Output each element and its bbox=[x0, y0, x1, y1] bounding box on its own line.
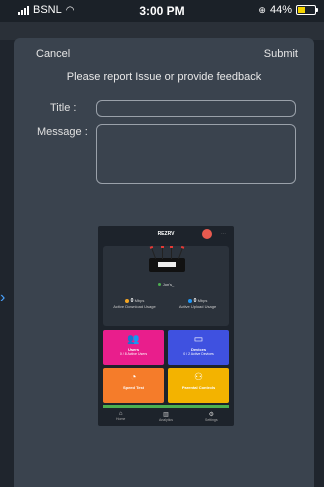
nav-settings: ⚙ Settings bbox=[189, 409, 234, 426]
router-card: Jon's_ 0 Mbps Active Download Usage 0 Mb… bbox=[103, 246, 229, 326]
alarm-icon: ⊕ bbox=[258, 4, 266, 15]
status-right: ⊕ 44% bbox=[258, 4, 318, 16]
gear-icon: ⚙ bbox=[208, 412, 215, 418]
parental-icon: ⚇ bbox=[194, 372, 203, 383]
users-tile: 👥 Users 0 / 8 Active Users bbox=[103, 330, 164, 365]
more-icon: ⋯ bbox=[221, 231, 226, 237]
download-stat: 0 Mbps Active Download Usage bbox=[113, 298, 156, 309]
analytics-icon: ▥ bbox=[163, 412, 169, 418]
devices-tile: ▭ Devices 0 / 2 Active Devices bbox=[168, 330, 229, 365]
battery-icon bbox=[296, 5, 318, 15]
users-icon: 👥 bbox=[127, 334, 140, 345]
message-label: Message : bbox=[37, 126, 88, 138]
devices-icon: ▭ bbox=[193, 334, 204, 345]
attached-screenshot[interactable]: REZRV ⋯ Jon's_ 0 Mbps Active Download Us… bbox=[98, 226, 234, 426]
speedometer-icon: ◔ bbox=[130, 372, 137, 383]
page-title: Please report Issue or provide feedback bbox=[66, 71, 262, 83]
chevron-right-icon: › bbox=[0, 289, 6, 306]
thumb-header: REZRV ⋯ bbox=[98, 226, 234, 242]
cancel-button[interactable]: Cancel bbox=[36, 48, 70, 60]
submit-button[interactable]: Submit bbox=[264, 48, 298, 60]
thumb-app-name: REZRV bbox=[157, 231, 175, 237]
router-icon bbox=[149, 246, 185, 272]
speed-test-tile: ◔ Speed Test bbox=[103, 368, 164, 403]
parental-tile: ⚇ Parental Controls bbox=[168, 368, 229, 403]
upload-icon bbox=[187, 298, 192, 303]
status-bar: BSNL ◠ 3:00 PM ⊕ 44% bbox=[0, 0, 324, 22]
title-label: Title : bbox=[50, 102, 77, 114]
upload-stat: 0 Mbps Active Upload Usage bbox=[178, 298, 217, 309]
feedback-sheet: Cancel Submit Please report Issue or pro… bbox=[14, 38, 314, 487]
download-icon bbox=[124, 298, 129, 303]
device-status: Jon's_ bbox=[103, 282, 229, 287]
battery-percent: 44% bbox=[269, 4, 292, 16]
nav-analytics: ▥ Analytics bbox=[143, 409, 188, 426]
nav-home: ⌂ Home bbox=[98, 409, 143, 426]
message-field[interactable] bbox=[96, 124, 296, 184]
bottom-nav: ⌂ Home ▥ Analytics ⚙ Settings bbox=[98, 409, 234, 426]
title-field[interactable] bbox=[96, 100, 296, 117]
divider bbox=[103, 405, 229, 408]
avatar bbox=[202, 229, 212, 239]
